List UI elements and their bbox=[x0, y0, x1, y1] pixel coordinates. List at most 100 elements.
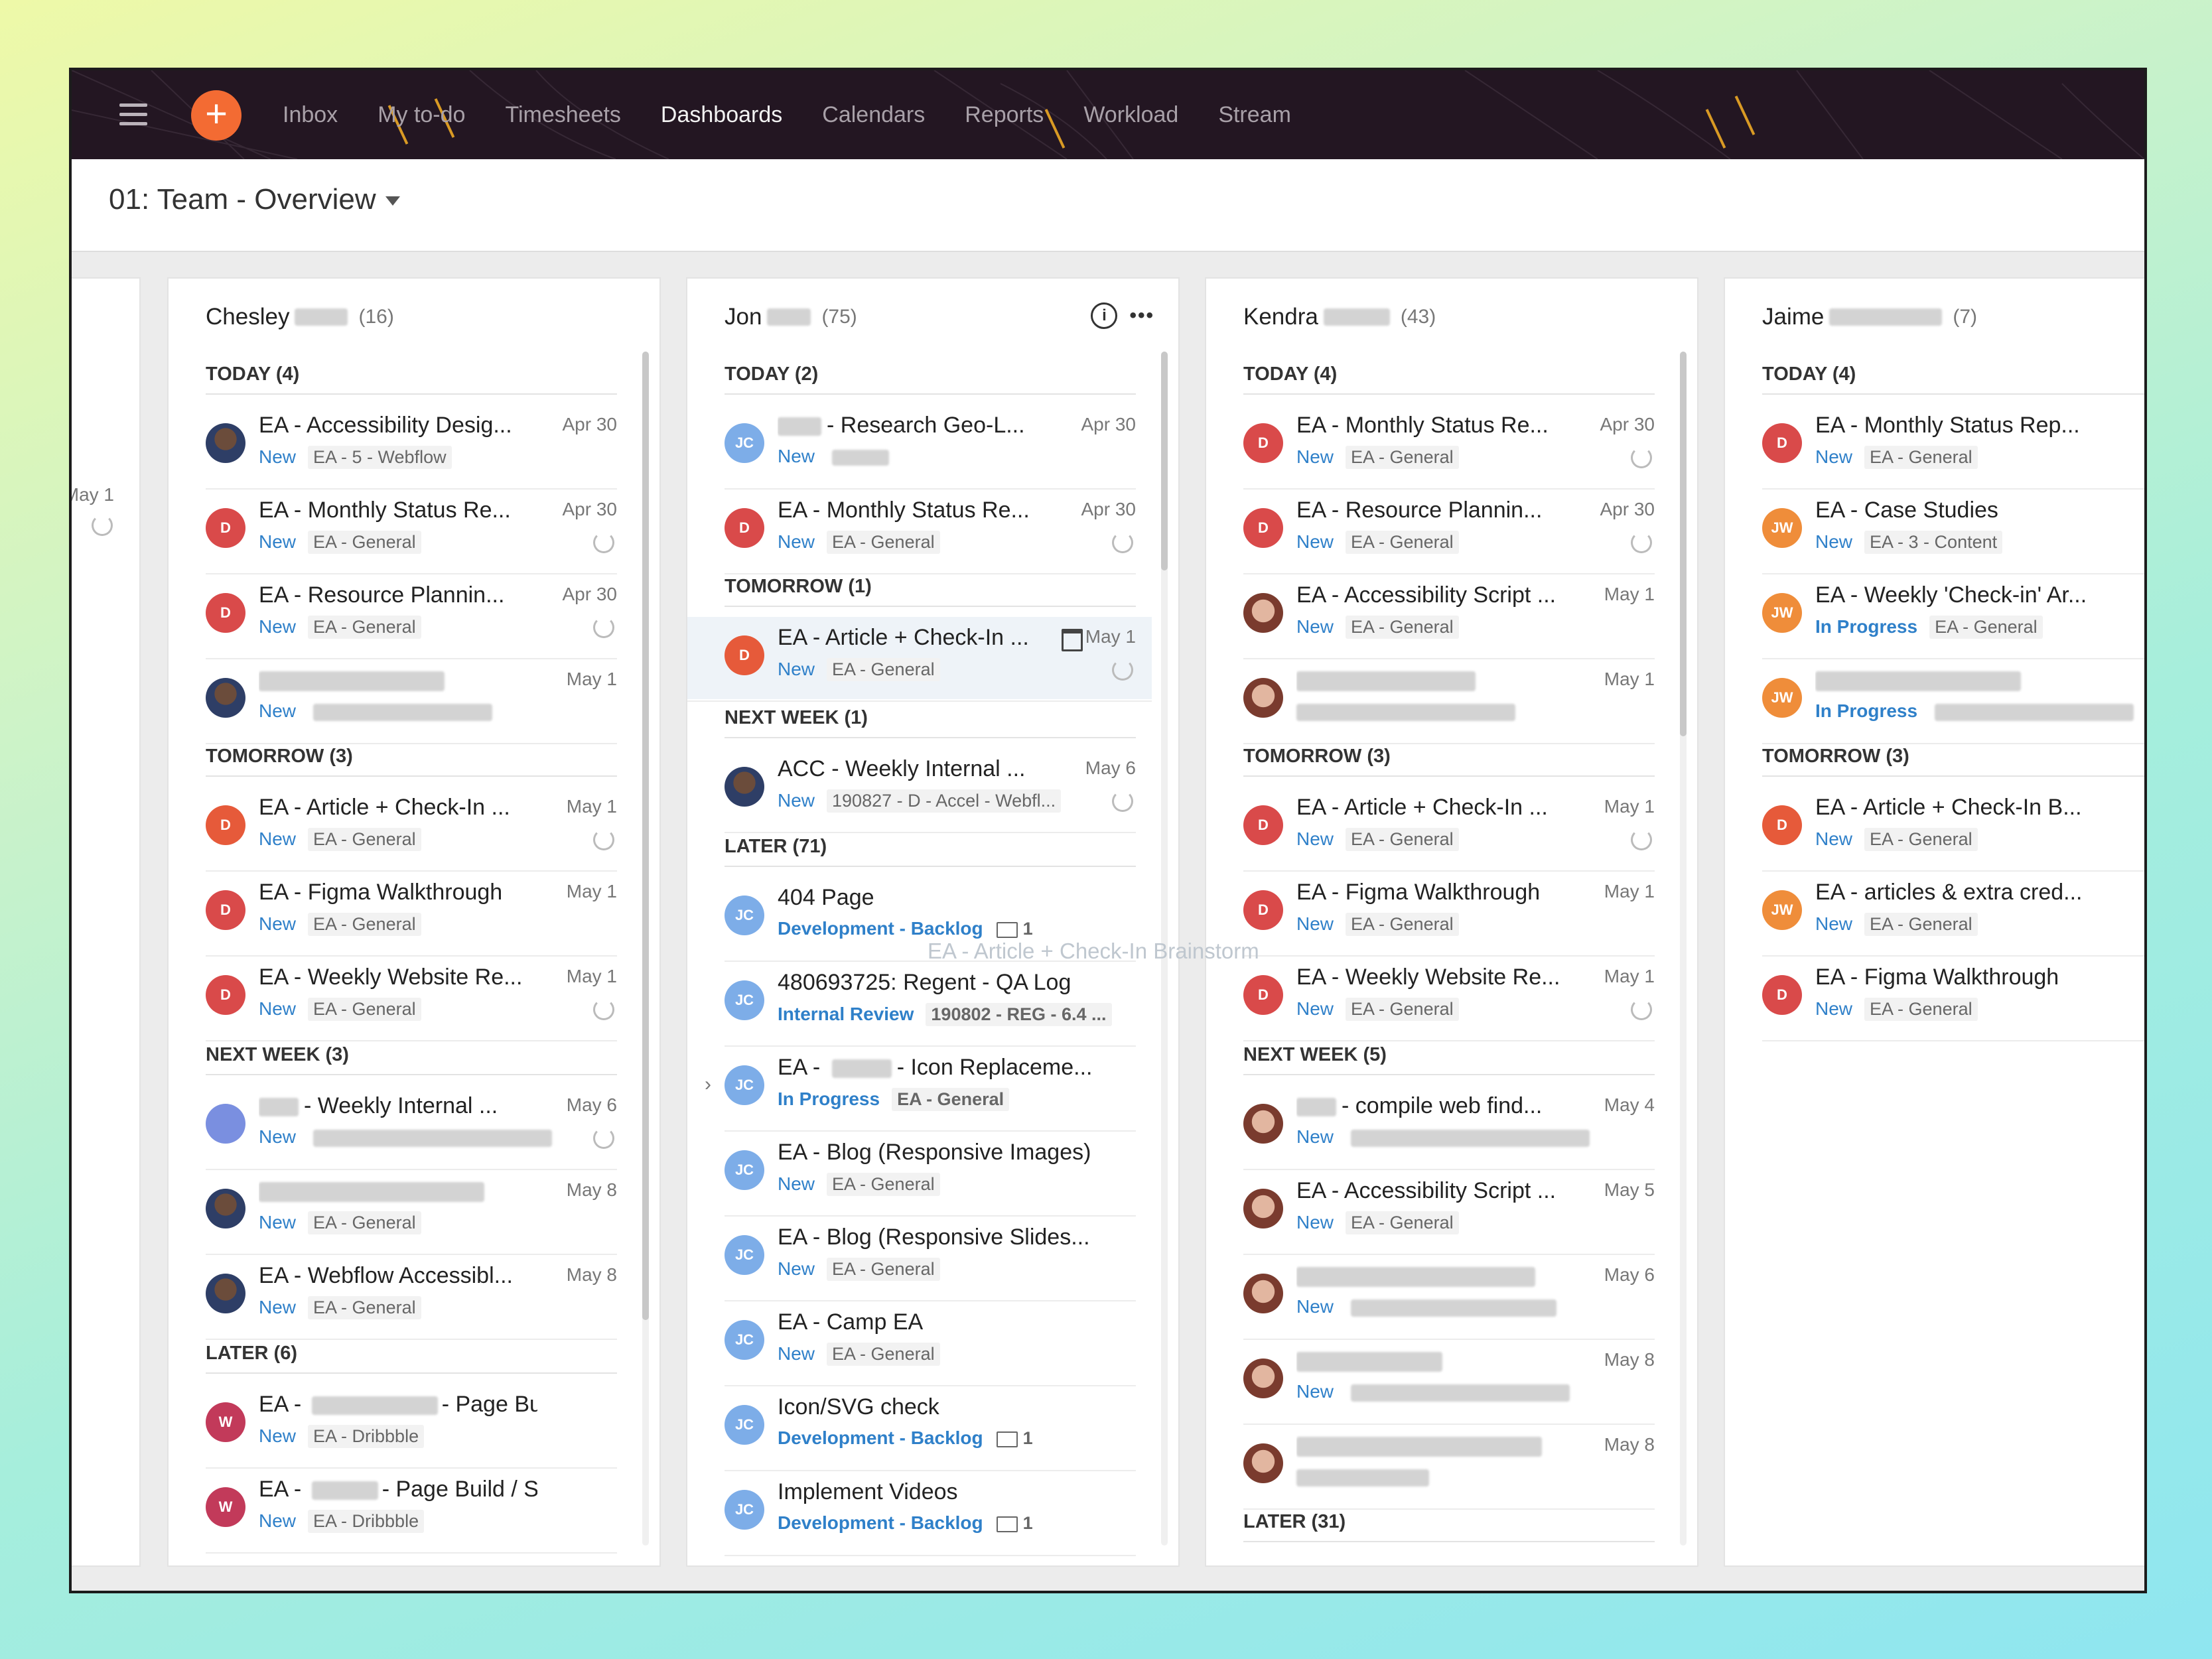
task-count: (75) bbox=[821, 306, 857, 328]
avatar bbox=[1243, 1274, 1283, 1313]
task-date: May 5 bbox=[1604, 1179, 1655, 1200]
task-row[interactable]: D EA - Monthly Status Re... Apr 30 New EA… bbox=[206, 490, 617, 574]
nav-calendars[interactable]: Calendars bbox=[822, 102, 925, 128]
task-row[interactable]: - Weekly Internal ... May 6 New bbox=[206, 1085, 617, 1170]
task-row[interactable]: D EA - Resource Plannin... Apr 30 New EA … bbox=[1243, 490, 1655, 574]
task-row[interactable]: - compile web find... May 4 New bbox=[1243, 1085, 1655, 1170]
task-status: New EA - General bbox=[1296, 828, 1459, 851]
redacted-text bbox=[767, 308, 811, 326]
task-name: EA - Case Studies bbox=[1815, 498, 1998, 523]
avatar: D bbox=[1243, 423, 1283, 463]
task-row[interactable]: D EA - Monthly Status Rep... New EA - Gen… bbox=[1762, 405, 2144, 490]
more-options-icon[interactable]: ••• bbox=[1129, 304, 1154, 327]
task-row[interactable]: D EA - Article + Check-In B... New EA - G… bbox=[1762, 787, 2144, 872]
task-row[interactable]: EA - Webflow Accessibl... May 8 New EA - … bbox=[206, 1255, 617, 1340]
nav-dashboards[interactable]: Dashboards bbox=[661, 102, 782, 128]
nav-stream[interactable]: Stream bbox=[1218, 102, 1291, 128]
dashboard-selector[interactable]: 01: Team - Overview bbox=[109, 183, 400, 216]
task-row[interactable]: D EA - Weekly Website Re... May 1 New EA … bbox=[206, 957, 617, 1041]
project-tag: EA - General bbox=[827, 1258, 940, 1281]
task-row[interactable]: May 8 bbox=[1243, 1425, 1655, 1510]
task-date: May 6 bbox=[1085, 758, 1136, 778]
add-button[interactable]: + bbox=[191, 90, 242, 141]
avatar: JC bbox=[725, 1405, 764, 1445]
column-header: Jaime (7) bbox=[1762, 304, 1977, 330]
task-row[interactable]: D EA - Article + Check-In ... May 1 New E… bbox=[1243, 787, 1655, 872]
task-row[interactable]: JW EA - Case Studies New EA - 3 - Content bbox=[1762, 490, 2144, 574]
avatar: W bbox=[206, 1487, 245, 1527]
task-row[interactable]: JC EA - Blog (Responsive Slides... New EA… bbox=[725, 1217, 1136, 1301]
task-status: New EA - Dribbble bbox=[259, 1510, 425, 1533]
task-row[interactable]: D EA - Monthly Status Re... Apr 30 New EA… bbox=[1243, 405, 1655, 490]
task-row[interactable]: JW EA - articles & extra cred... New EA -… bbox=[1762, 872, 2144, 957]
task-row[interactable]: D EA - Resource Plannin... Apr 30 New EA … bbox=[206, 574, 617, 659]
task-row[interactable]: JC - Research Geo-L... Apr 30 New bbox=[725, 405, 1136, 490]
task-status: New EA - General bbox=[778, 531, 940, 554]
scrollbar[interactable] bbox=[1680, 352, 1687, 1546]
recurring-icon bbox=[1631, 447, 1652, 468]
nav-reports[interactable]: Reports bbox=[965, 102, 1044, 128]
project-tag: EA - General bbox=[308, 531, 421, 554]
task-row[interactable]: JC EA - Blog (Responsive Images) New EA -… bbox=[725, 1132, 1136, 1217]
task-row[interactable]: W EA - - Page Build / Scr... NewEA - Dri… bbox=[206, 1469, 617, 1554]
task-name: EA - Figma Walkthrough bbox=[259, 880, 503, 905]
task-name: EA - Webflow Accessibl... bbox=[259, 1263, 513, 1288]
task-row[interactable]: JW In Progress bbox=[1762, 659, 2144, 744]
task-status: New EA - General bbox=[778, 1173, 940, 1196]
project-tag: EA - General bbox=[308, 828, 421, 851]
section-header: TOMORROW (1) bbox=[725, 576, 1136, 607]
task-row[interactable]: W EA - - Page Buld ... NewEA - Dribbble bbox=[206, 1384, 617, 1469]
task-status: Development - Backlog 1 bbox=[778, 918, 1033, 939]
task-row[interactable]: D EA - Weekly Website Re... May 1 New EA … bbox=[1243, 957, 1655, 1041]
task-row[interactable]: JC EA - Camp EA New EA - General bbox=[725, 1301, 1136, 1386]
project-tag: EA - General bbox=[1929, 616, 2043, 639]
scrollbar[interactable] bbox=[642, 352, 649, 1546]
nav-workload[interactable]: Workload bbox=[1083, 102, 1178, 128]
nav-inbox[interactable]: Inbox bbox=[283, 102, 338, 128]
task-row[interactable]: EA - Accessibility Script ... May 1 New E… bbox=[1243, 574, 1655, 659]
section-header: LATER (71) bbox=[725, 836, 1136, 867]
recurring-icon bbox=[1112, 659, 1133, 681]
task-row[interactable]: May 8 New bbox=[1243, 1340, 1655, 1425]
task-row[interactable]: JW EA - Weekly 'Check-in' Ar... In Progr… bbox=[1762, 574, 2144, 659]
task-row[interactable]: May 8 New EA - General bbox=[206, 1170, 617, 1255]
task-status: Development - Backlog 1 bbox=[778, 1512, 1033, 1533]
task-name: EA - Article + Check-In ... bbox=[778, 625, 1029, 650]
hamburger-menu-icon[interactable] bbox=[119, 103, 147, 126]
avatar: JC bbox=[725, 1065, 764, 1105]
task-row[interactable]: JC 480693725: Regent - QA Log Internal R… bbox=[725, 962, 1136, 1047]
avatar: D bbox=[1243, 975, 1283, 1015]
task-row[interactable]: ACC - Weekly Internal ... May 6 New 19082… bbox=[725, 748, 1136, 833]
dashboard-board: May 1 Chesley (16) TODAY (4) EA - Access… bbox=[72, 252, 2144, 1591]
project-tag: EA - General bbox=[1346, 913, 1459, 936]
assignee-name: Jon bbox=[725, 304, 762, 330]
task-row[interactable]: May 1 New bbox=[206, 659, 617, 744]
folder-icon bbox=[996, 1516, 1018, 1532]
task-row[interactable]: May 6 New bbox=[1243, 1255, 1655, 1340]
task-row[interactable]: › JC EA - - Icon Replaceme... In Progres… bbox=[705, 1047, 1136, 1132]
task-row[interactable]: D EA - Figma Walkthrough New EA - General bbox=[1762, 957, 2144, 1041]
avatar bbox=[1243, 1359, 1283, 1398]
task-row[interactable]: JC Icon/SVG check Development - Backlog 1 bbox=[725, 1386, 1136, 1471]
task-row[interactable]: JC Implement Videos Development - Backlo… bbox=[725, 1471, 1136, 1556]
task-row[interactable]: D EA - Article + Check-In ... May 1 New E… bbox=[206, 787, 617, 872]
avatar bbox=[206, 1189, 245, 1228]
chevron-right-icon[interactable]: › bbox=[705, 1073, 711, 1096]
task-status: New EA - General bbox=[1815, 446, 1978, 469]
column-header: Chesley (16) bbox=[206, 304, 394, 330]
task-row[interactable]: EA - Accessibility Script ... May 5 New E… bbox=[1243, 1170, 1655, 1255]
task-row[interactable]: D EA - Figma Walkthrough May 1 New EA - G… bbox=[1243, 872, 1655, 957]
task-row[interactable]: May 1 bbox=[1243, 659, 1655, 744]
avatar bbox=[206, 423, 245, 463]
task-row[interactable]: D EA - Monthly Status Re... Apr 30 New EA… bbox=[725, 490, 1136, 574]
info-icon[interactable]: i bbox=[1091, 302, 1118, 329]
task-row-dragging[interactable]: D EA - Article + Check-In ... May 1 New E… bbox=[687, 617, 1152, 702]
task-row[interactable]: D EA - Figma Walkthrough May 1 New EA - G… bbox=[206, 872, 617, 957]
task-row[interactable]: EA - Accessibility Desig... Apr 30 New EA… bbox=[206, 405, 617, 490]
dashboard-title: 01: Team - Overview bbox=[109, 183, 376, 216]
nav-my-todo[interactable]: My to-do bbox=[378, 102, 465, 128]
nav-timesheets[interactable]: Timesheets bbox=[505, 102, 620, 128]
redacted-text bbox=[295, 308, 348, 326]
task-status: New EA - 5 - Webflow bbox=[259, 446, 452, 469]
section-header: LATER (31) bbox=[1243, 1511, 1655, 1542]
